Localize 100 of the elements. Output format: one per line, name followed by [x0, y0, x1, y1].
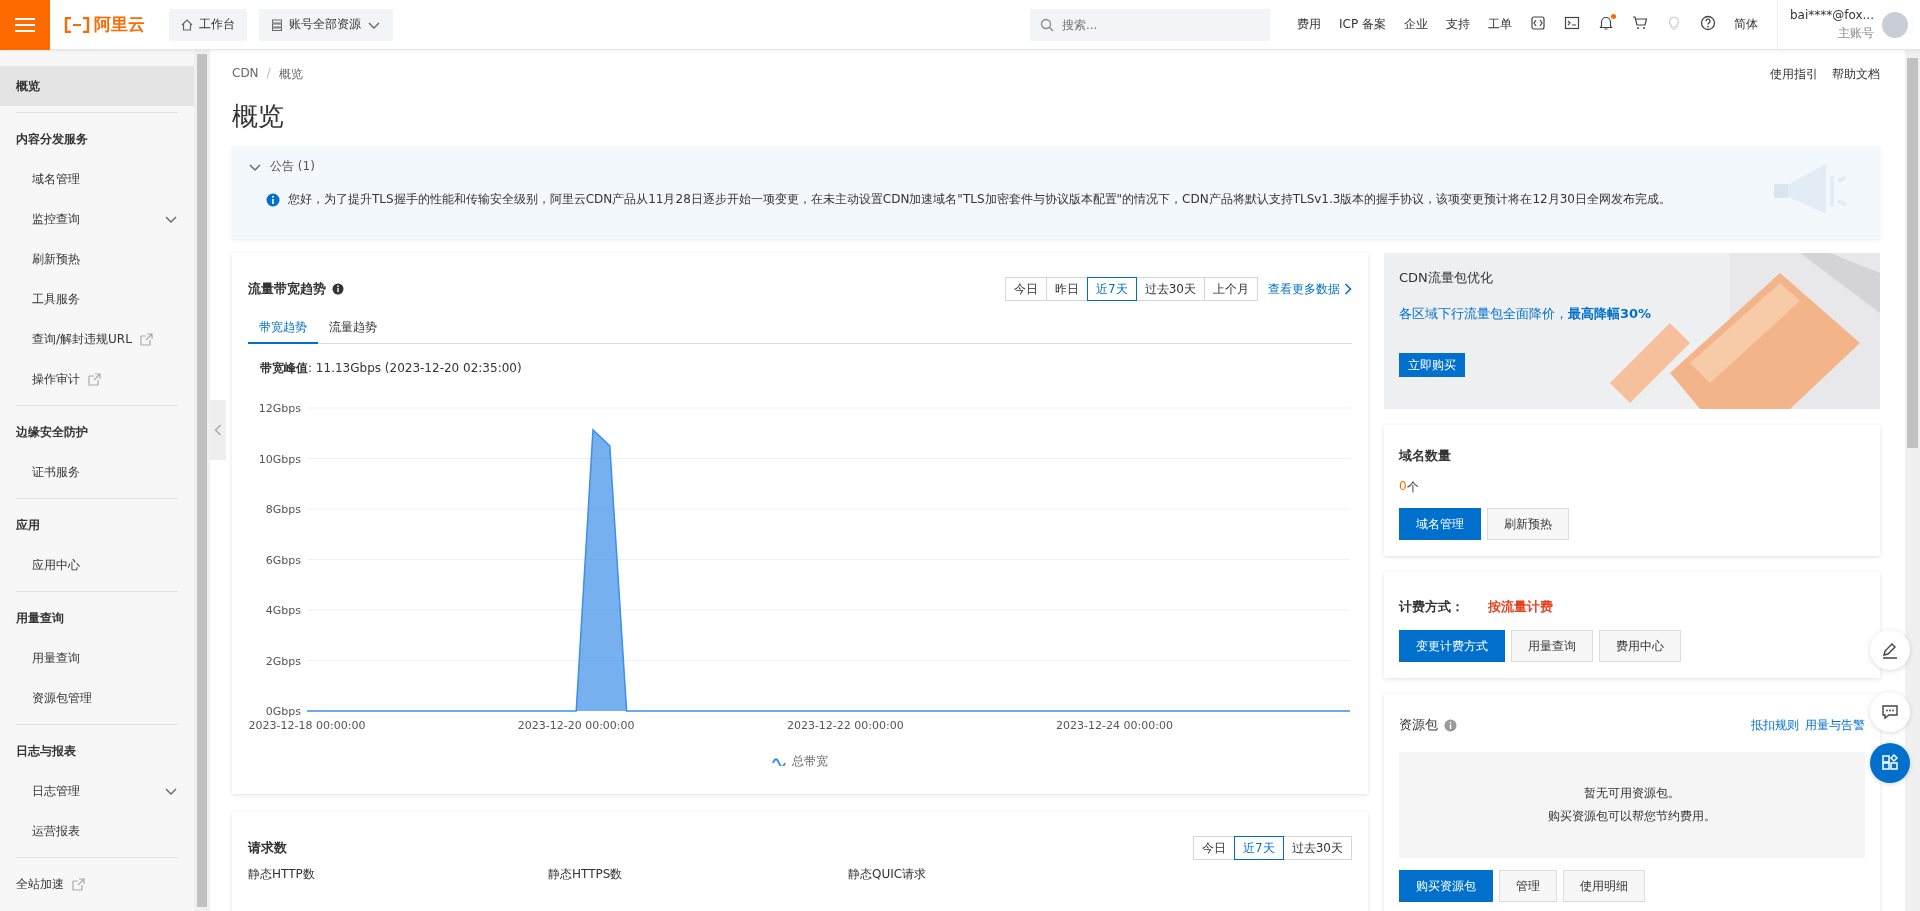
- buy-now-button[interactable]: 立即购买: [1399, 353, 1465, 377]
- page-scrollbar[interactable]: [1905, 50, 1920, 911]
- range-button[interactable]: 昨日: [1046, 277, 1089, 301]
- help-link[interactable]: 帮助文档: [1832, 66, 1880, 83]
- x-axis-label: 2023-12-18 00:00:00: [248, 719, 366, 732]
- language-link[interactable]: 简体: [1733, 16, 1758, 33]
- sidebar-item[interactable]: 概览: [0, 66, 194, 106]
- range-button[interactable]: 今日: [1005, 277, 1048, 301]
- sidebar-item[interactable]: 应用中心: [0, 545, 194, 585]
- resource-selector[interactable]: 账号全部资源: [259, 8, 393, 41]
- chart-tab[interactable]: 带宽趋势: [248, 313, 318, 344]
- chevron-right-icon: [1344, 283, 1352, 295]
- breadcrumb-separator: /: [266, 66, 271, 82]
- sidebar-item[interactable]: 操作审计: [0, 359, 194, 399]
- logo-mark-icon: [64, 16, 90, 33]
- sidebar-item[interactable]: 刷新预热: [0, 239, 194, 279]
- sidebar-heading: 用量查询: [15, 609, 65, 627]
- bell-icon[interactable]: [1597, 15, 1614, 31]
- range-button[interactable]: 过去30天: [1135, 277, 1205, 301]
- y-axis-label: 10Gbps: [258, 452, 301, 466]
- action-button[interactable]: 费用中心: [1599, 630, 1681, 662]
- workbench-button[interactable]: 工作台: [169, 8, 247, 41]
- x-axis-label: 2023-12-24 00:00:00: [1056, 719, 1173, 732]
- billing-label: 计费方式：: [1399, 598, 1464, 616]
- account-name[interactable]: bai****@fox...: [1789, 7, 1874, 22]
- metric-label: 静态QUIC请求: [848, 866, 928, 883]
- menu-icon: [15, 16, 35, 33]
- legend-wave-icon: [772, 757, 786, 766]
- more-data-link[interactable]: 查看更多数据: [1268, 280, 1352, 298]
- peak-bandwidth: 带宽峰值: 11.13Gbps (2023-12-20 02:35:00): [260, 360, 523, 377]
- range-button[interactable]: 过去30天: [1282, 836, 1352, 860]
- nav-link[interactable]: 工单: [1487, 16, 1512, 33]
- info-icon: [266, 192, 280, 207]
- sidebar-item[interactable]: 证书服务: [0, 452, 194, 492]
- action-button[interactable]: 域名管理: [1399, 508, 1481, 540]
- range-button[interactable]: 上个月: [1204, 277, 1258, 301]
- y-axis-label: 4Gbps: [265, 604, 301, 617]
- apps-icon: [1881, 754, 1899, 772]
- y-axis-label: 2Gbps: [265, 654, 301, 668]
- y-axis-label: 8Gbps: [265, 503, 301, 516]
- legend-label[interactable]: 总带宽: [792, 753, 828, 770]
- promo-text[interactable]: 各区域下行流量包全面降价，最高降幅30%: [1399, 305, 1865, 323]
- notice-toggle[interactable]: 公告 (1): [248, 158, 315, 175]
- chat-icon: [1881, 703, 1899, 721]
- sidebar-item[interactable]: 运营报表: [0, 811, 194, 851]
- pencil-icon: [1881, 641, 1899, 659]
- sidebar-item[interactable]: 日志管理: [0, 771, 194, 811]
- sidebar-item[interactable]: 全站加速: [0, 864, 194, 904]
- range-button[interactable]: 近7天: [1234, 836, 1284, 860]
- nav-link[interactable]: 费用: [1297, 16, 1321, 33]
- sidebar-scrollbar[interactable]: [194, 50, 210, 911]
- sidebar-item[interactable]: 用量查询: [0, 638, 194, 678]
- action-button[interactable]: 变更计费方式: [1399, 630, 1505, 662]
- action-button[interactable]: 刷新预热: [1487, 508, 1569, 540]
- terminal-icon[interactable]: [1563, 15, 1580, 31]
- search-box[interactable]: 搜索...: [1030, 8, 1270, 41]
- package-link[interactable]: 抵扣规则: [1751, 716, 1799, 734]
- action-button[interactable]: 管理: [1499, 870, 1557, 902]
- search-field[interactable]: 搜索...: [1060, 16, 1254, 33]
- search-icon: [1040, 17, 1054, 32]
- notice-message: 您好，为了提升TLS握手的性能和传输安全级别，阿里云CDN产品从11月28日逐步开始一项变更，在未主动设置CDN加速域名"TLS加密套件与协议版本配置"的情况下，CDN产品将默认支持TLSv1.3版本的握手协议，该项变更预计将在12月30日全网发布完成。: [288, 191, 1671, 208]
- action-button[interactable]: 使用明细: [1563, 870, 1645, 902]
- sidebar-item[interactable]: 查询/解封违规URL: [0, 319, 194, 359]
- help-link[interactable]: 使用指引: [1770, 66, 1818, 83]
- sidebar-item[interactable]: 资源包管理: [0, 678, 194, 718]
- empty-state-text: 购买资源包可以帮您节约费用。: [1548, 808, 1716, 825]
- code-icon[interactable]: [1529, 15, 1546, 31]
- package-link[interactable]: 用量与告警: [1805, 716, 1865, 734]
- nav-link[interactable]: 支持: [1445, 16, 1470, 33]
- page-title: 概览: [232, 100, 285, 133]
- metric-label: 静态HTTP数: [248, 866, 316, 883]
- cart-icon[interactable]: [1631, 15, 1648, 31]
- nav-link[interactable]: 企业: [1403, 16, 1428, 33]
- promo-title: CDN流量包优化: [1399, 269, 1494, 287]
- sidebar-heading: 边缘安全防护: [15, 423, 89, 441]
- range-button[interactable]: 近7天: [1087, 277, 1137, 301]
- y-axis-label: 6Gbps: [265, 553, 301, 567]
- action-button[interactable]: 购买资源包: [1399, 870, 1493, 902]
- card-title: 域名数量: [1399, 447, 1452, 465]
- card-title: 资源包: [1399, 716, 1438, 734]
- info-icon: [1444, 718, 1457, 732]
- external-link-icon: [72, 877, 85, 891]
- home-icon: [181, 18, 193, 31]
- breadcrumb-item[interactable]: 概览: [278, 66, 303, 83]
- breadcrumb-item[interactable]: CDN: [232, 66, 259, 83]
- chart-tab[interactable]: 流量趋势: [318, 313, 388, 344]
- nav-link[interactable]: ICP 备案: [1339, 16, 1386, 33]
- empty-state-text: 暂无可用资源包。: [1584, 785, 1680, 802]
- x-axis-label: 2023-12-20 00:00:00: [517, 719, 635, 732]
- help-icon[interactable]: [1699, 15, 1716, 31]
- menu-button[interactable]: [0, 0, 50, 50]
- range-button[interactable]: 今日: [1193, 836, 1236, 860]
- action-button[interactable]: 用量查询: [1511, 630, 1593, 662]
- sidebar-item[interactable]: 监控查询: [0, 199, 194, 239]
- sidebar-heading: 日志与报表: [15, 742, 77, 760]
- card-title: 请求数: [248, 839, 287, 857]
- count-unit: 个: [1406, 479, 1419, 496]
- sidebar-item[interactable]: 工具服务: [0, 279, 194, 319]
- chevron-left-icon: [214, 424, 222, 436]
- sidebar-item[interactable]: 域名管理: [0, 159, 194, 199]
